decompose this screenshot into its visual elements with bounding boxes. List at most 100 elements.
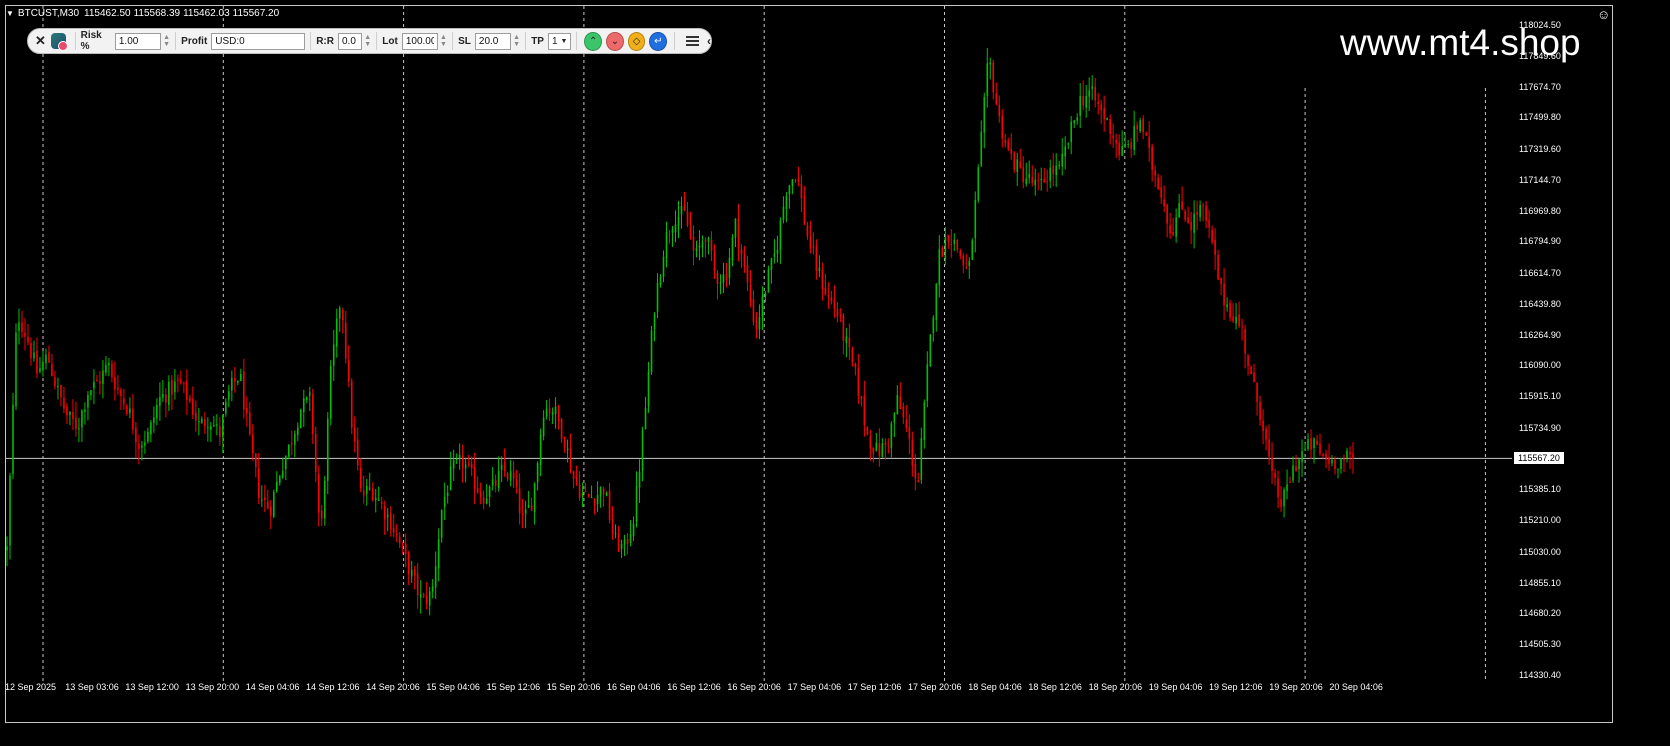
profit-label: Profit xyxy=(181,35,208,47)
bear-candle xyxy=(1019,161,1022,168)
bear-candle xyxy=(1289,482,1291,484)
bull-candle xyxy=(1226,304,1228,308)
bull-candle xyxy=(431,586,434,592)
bull-candle xyxy=(791,179,794,187)
bear-candle xyxy=(1349,452,1351,455)
bull-candle xyxy=(108,363,110,366)
bear-candle xyxy=(494,480,497,486)
sl-stepper-icon[interactable]: ▲ ▼ xyxy=(513,34,520,48)
bear-candle xyxy=(506,473,509,480)
bear-candle xyxy=(743,254,746,267)
bull-candle xyxy=(875,442,878,452)
bull-candle xyxy=(428,591,431,606)
chart-window[interactable]: ▼ BTCUST,M30 115462.50 115568.39 115462.… xyxy=(0,0,1670,746)
bear-candle xyxy=(836,309,839,317)
bear-candle xyxy=(177,379,179,381)
bull-candle xyxy=(1049,167,1052,182)
profit-field[interactable] xyxy=(211,32,306,50)
buy-button[interactable]: ⌃ xyxy=(584,31,603,51)
bull-candle xyxy=(213,425,215,427)
bull-candle xyxy=(1127,144,1129,146)
price-chart[interactable] xyxy=(0,0,1670,746)
bull-candle xyxy=(440,509,443,538)
bear-candle xyxy=(710,239,713,252)
bull-candle xyxy=(1286,484,1288,491)
collapse-triangle-icon[interactable]: ▼ xyxy=(6,9,14,18)
bull-candle xyxy=(671,229,674,234)
bear-candle xyxy=(839,314,842,316)
tp-select[interactable]: 1 ▼ xyxy=(547,32,572,50)
bull-candle xyxy=(722,274,725,283)
bull-candle xyxy=(9,475,11,546)
bull-candle xyxy=(590,497,593,499)
collapse-left-icon[interactable]: ‹ xyxy=(707,34,711,48)
bull-candle xyxy=(1121,146,1123,156)
bull-candle xyxy=(920,438,923,480)
bull-candle xyxy=(497,471,500,488)
lot-input[interactable] xyxy=(401,32,438,50)
bull-candle xyxy=(938,249,941,286)
bear-candle xyxy=(1142,118,1144,133)
bear-candle xyxy=(512,472,515,479)
risk-stepper-icon[interactable]: ▲ ▼ xyxy=(163,34,170,48)
bull-candle xyxy=(1088,90,1090,97)
sell-button[interactable]: ⌄ xyxy=(606,31,624,51)
execute-button[interactable]: ↵ xyxy=(649,31,668,51)
bull-candle xyxy=(1076,117,1079,121)
bear-candle xyxy=(548,408,551,414)
lot-stepper-icon[interactable]: ▲ ▼ xyxy=(440,34,447,48)
bull-candle xyxy=(434,566,437,588)
bear-candle xyxy=(1274,472,1276,478)
bear-candle xyxy=(713,251,716,271)
time-tick-label: 19 Sep 04:06 xyxy=(1148,682,1203,692)
bear-candle xyxy=(794,179,797,181)
bear-candle xyxy=(1052,165,1055,175)
bull-candle xyxy=(308,392,311,396)
bull-candle xyxy=(818,267,821,272)
price-tick-label: 115915.10 xyxy=(1519,391,1561,402)
expert-smiley-icon[interactable]: ☺ xyxy=(1597,7,1610,22)
bear-candle xyxy=(72,412,74,420)
bear-candle xyxy=(21,322,23,333)
bull-candle xyxy=(455,458,458,460)
bull-candle xyxy=(6,546,8,551)
bear-candle xyxy=(380,502,383,504)
bear-candle xyxy=(1172,231,1174,236)
bull-candle xyxy=(1199,205,1201,217)
rr-field[interactable] xyxy=(337,32,362,50)
bull-candle xyxy=(554,406,557,414)
time-tick-label: 14 Sep 04:06 xyxy=(245,682,300,692)
bear-candle xyxy=(264,497,266,500)
pending-button[interactable]: ◇ xyxy=(627,31,646,51)
price-tick-label: 114330.40 xyxy=(1519,670,1561,680)
bear-candle xyxy=(1160,187,1162,198)
time-tick-label: 14 Sep 12:06 xyxy=(306,682,360,692)
time-tick-label: 16 Sep 12:06 xyxy=(667,682,721,692)
sl-input[interactable] xyxy=(474,32,511,50)
bull-candle xyxy=(974,200,977,239)
bear-candle xyxy=(395,533,398,535)
bull-candle xyxy=(18,322,20,332)
bear-candle xyxy=(479,492,482,498)
bull-candle xyxy=(87,394,89,408)
rr-stepper-icon[interactable]: ▲ ▼ xyxy=(364,34,371,48)
time-tick-label: 15 Sep 12:06 xyxy=(486,682,541,692)
time-tick-label: 14 Sep 20:06 xyxy=(366,682,420,692)
bull-candle xyxy=(102,370,104,384)
time-tick-label: 13 Sep 03:06 xyxy=(65,682,119,692)
bear-candle xyxy=(689,226,692,238)
bear-candle xyxy=(959,250,962,257)
bear-candle xyxy=(863,395,866,425)
bull-candle xyxy=(500,464,503,470)
bear-candle xyxy=(746,265,749,283)
close-panel-icon[interactable]: ✕ xyxy=(34,33,47,49)
bull-candle xyxy=(707,237,710,242)
bull-candle xyxy=(977,167,980,201)
menu-icon[interactable] xyxy=(686,36,699,46)
bull-candle xyxy=(929,334,932,367)
bear-candle xyxy=(1196,212,1198,215)
bull-candle xyxy=(566,448,569,451)
risk-input[interactable] xyxy=(114,32,161,50)
bull-candle xyxy=(1175,217,1177,237)
bear-candle xyxy=(797,178,800,182)
